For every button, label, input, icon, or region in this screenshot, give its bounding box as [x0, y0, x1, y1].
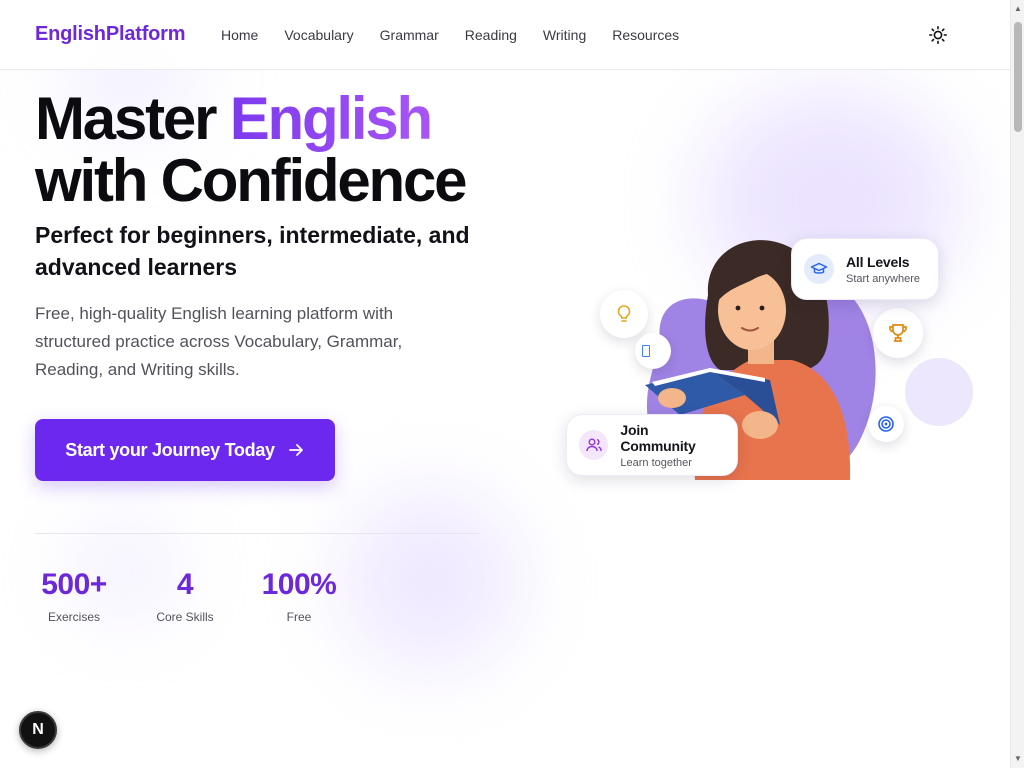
stat-exercises: 500+ Exercises	[35, 568, 113, 624]
hero-title: Master English with Confidence	[35, 88, 515, 212]
card-subtitle: Learn together	[620, 456, 692, 469]
stat-label: Exercises	[47, 610, 100, 624]
navbar: EnglishPlatform Home Vocabulary Grammar …	[0, 0, 1010, 70]
divider	[35, 533, 480, 534]
brand-logo[interactable]: EnglishPlatform	[35, 23, 186, 46]
nav-link-reading[interactable]: Reading	[465, 27, 517, 43]
small-bubble	[635, 333, 671, 369]
arrow-right-icon	[288, 444, 303, 456]
book-icon	[642, 345, 650, 357]
stat-core-skills: 4 Core Skills	[137, 568, 233, 624]
join-community-card: Join Community Learn together	[566, 414, 738, 476]
stat-label: Free	[286, 610, 312, 624]
users-icon	[585, 438, 602, 452]
cta-label: Start your Journey Today	[65, 439, 275, 460]
stat-value: 500+	[41, 568, 107, 601]
hero-title-accent: English	[229, 85, 433, 152]
nav-link-home[interactable]: Home	[221, 27, 258, 43]
stat-free: 100% Free	[259, 568, 339, 624]
scrollbar[interactable]: ▲ ▼	[1010, 0, 1024, 768]
all-levels-card: All Levels Start anywhere	[791, 238, 939, 300]
stats-row: 500+ Exercises 4 Core Skills 100% Free	[35, 568, 337, 624]
card-subtitle: Start anywhere	[846, 272, 920, 285]
hero-subtitle: Perfect for beginners, intermediate, and…	[35, 222, 470, 280]
target-bubble	[868, 406, 904, 442]
lightbulb-bubble	[600, 290, 648, 338]
card-icon-wrap	[804, 254, 834, 284]
stat-value: 100%	[261, 568, 337, 601]
nav-link-grammar[interactable]: Grammar	[380, 27, 439, 43]
scroll-up-arrow-icon[interactable]: ▲	[1014, 4, 1022, 13]
nav-link-writing[interactable]: Writing	[543, 27, 586, 43]
card-title: Join Community	[620, 421, 696, 454]
hero-description: Free, high-quality English learning plat…	[35, 304, 403, 379]
card-title: All Levels	[846, 253, 910, 270]
scroll-down-arrow-icon[interactable]: ▼	[1014, 754, 1022, 763]
hero-illustration: All Levels Start anywhere Join Community…	[560, 220, 980, 500]
trophy-bubble	[873, 308, 923, 358]
stat-value: 4	[176, 568, 194, 601]
scroll-thumb[interactable]	[1014, 22, 1022, 132]
hero-title-plain: Master	[35, 85, 230, 152]
graduation-cap-icon	[810, 262, 828, 274]
theme-toggle-button[interactable]	[928, 25, 948, 45]
lightbulb-icon	[617, 305, 631, 322]
start-journey-button[interactable]: Start your Journey Today	[35, 419, 335, 481]
target-icon	[878, 416, 894, 432]
nav-link-vocabulary[interactable]: Vocabulary	[284, 27, 353, 43]
card-icon-wrap	[579, 430, 609, 460]
nav-links: Home Vocabulary Grammar Reading Writing …	[221, 27, 679, 43]
dev-indicator-button[interactable]: N	[19, 711, 57, 749]
background-blob	[340, 490, 520, 670]
nav-link-resources[interactable]: Resources	[612, 27, 679, 43]
trophy-icon	[889, 324, 907, 342]
sun-icon	[928, 25, 948, 45]
hero-title-line2: with Confidence	[35, 147, 468, 214]
stat-label: Core Skills	[156, 610, 214, 624]
